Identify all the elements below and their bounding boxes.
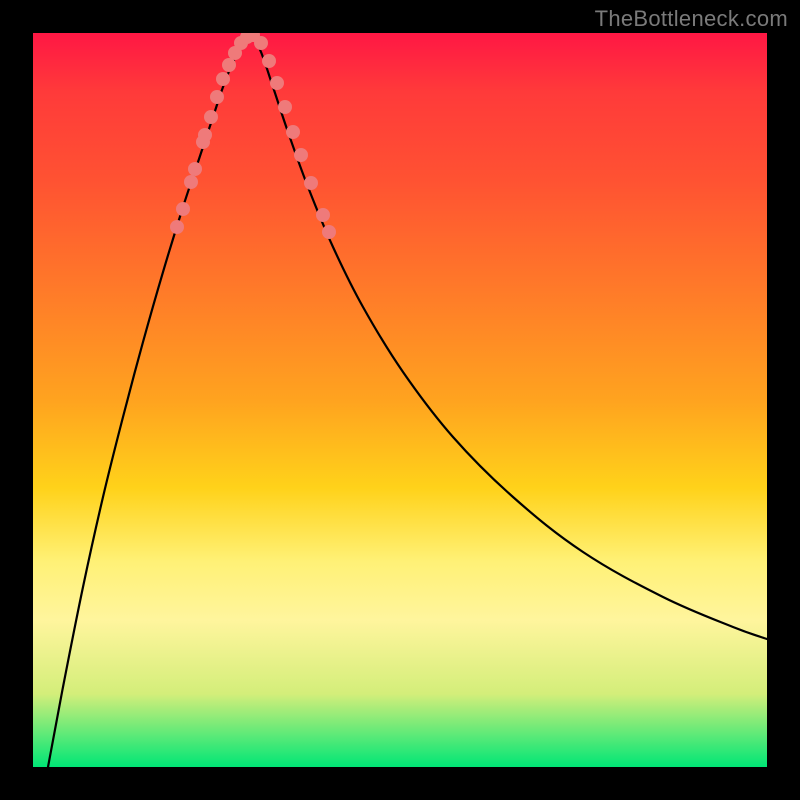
marker-point <box>170 220 184 234</box>
marker-point <box>262 54 276 68</box>
marker-group <box>170 33 336 239</box>
marker-point <box>204 110 218 124</box>
marker-point <box>198 128 212 142</box>
marker-point <box>254 36 268 50</box>
marker-point <box>316 208 330 222</box>
marker-point <box>270 76 284 90</box>
marker-point <box>176 202 190 216</box>
marker-point <box>222 58 236 72</box>
marker-point <box>278 100 292 114</box>
marker-point <box>216 72 230 86</box>
marker-point <box>188 162 202 176</box>
marker-point <box>286 125 300 139</box>
marker-point <box>184 175 198 189</box>
watermark-text: TheBottleneck.com <box>595 6 788 32</box>
curve-right-branch <box>251 33 767 639</box>
marker-point <box>210 90 224 104</box>
chart-svg <box>33 33 767 767</box>
chart-frame <box>33 33 767 767</box>
marker-point <box>294 148 308 162</box>
marker-point <box>322 225 336 239</box>
curve-left-branch <box>48 33 251 767</box>
marker-point <box>304 176 318 190</box>
